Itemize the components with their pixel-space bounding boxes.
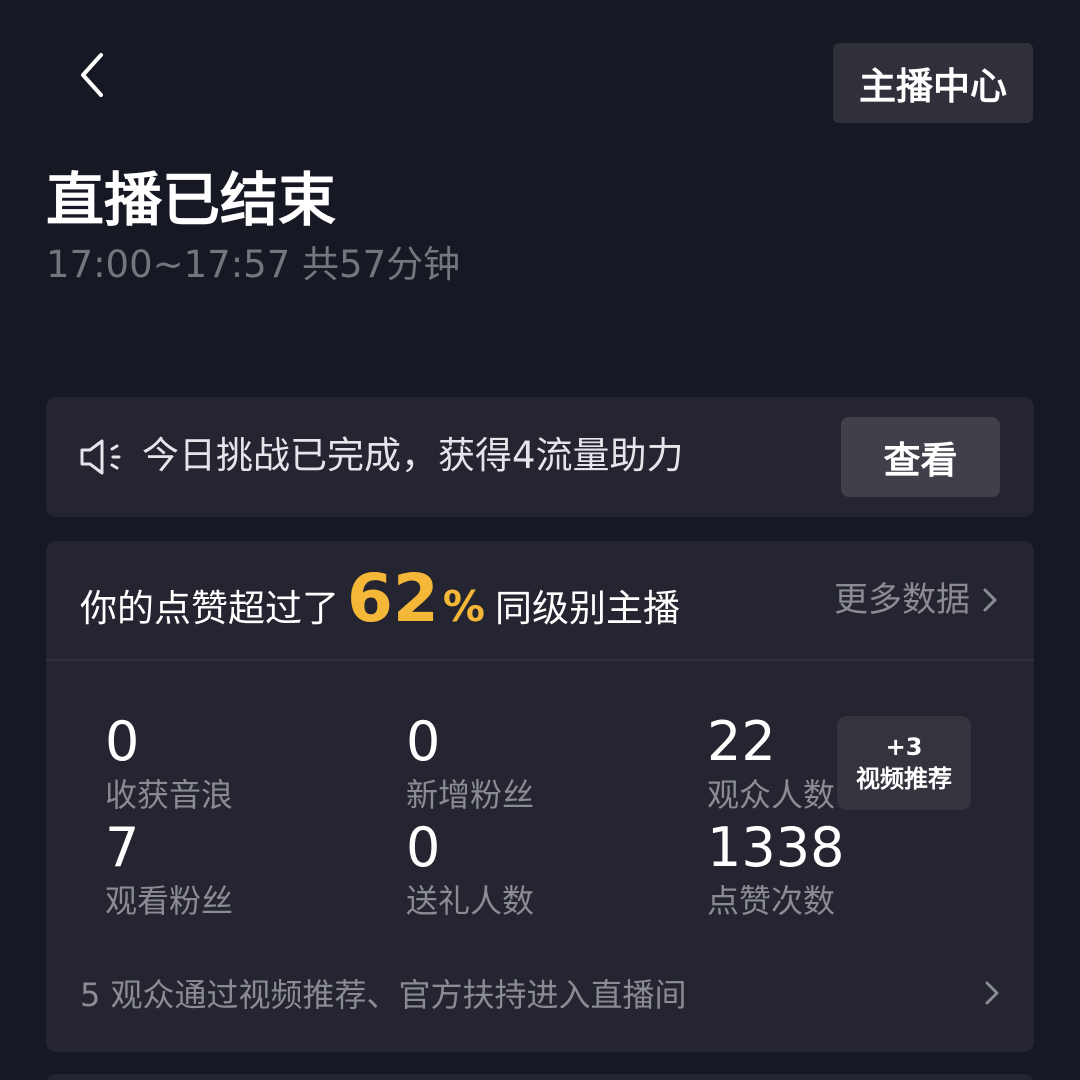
stat-label: 观看粉丝 <box>105 882 234 920</box>
stat-value: 0 <box>406 816 441 879</box>
tooltip-value: +3 <box>885 733 923 761</box>
page-title: 直播已结束 <box>46 166 337 234</box>
stat-like-count: 1338 点赞次数 <box>707 817 844 923</box>
stat-value: 1338 <box>707 816 845 879</box>
time-range: 17:00~17:57 <box>46 243 291 286</box>
rank-percent: % <box>442 582 485 631</box>
view-button[interactable]: 查看 <box>841 417 1000 497</box>
tooltip-label: 视频推荐 <box>856 765 952 793</box>
speaker-icon <box>80 439 121 475</box>
like-rank-line: 你的点赞超过了 62 % 同级别主播 <box>80 559 680 649</box>
host-center-button[interactable]: 主播中心 <box>833 43 1033 123</box>
stat-label: 送礼人数 <box>406 882 535 920</box>
rank-prefix: 你的点赞超过了 <box>80 587 339 630</box>
challenge-text: 今日挑战已完成，获得4流量助力 <box>142 434 684 477</box>
stat-sound-waves: 0 收获音浪 <box>105 711 233 817</box>
live-ended-page: 主播中心 直播已结束 17:00~17:57 共57分钟 今日挑战已完成，获得4… <box>0 0 1080 1080</box>
duration: 共57分钟 <box>302 243 461 286</box>
back-button[interactable] <box>62 40 122 110</box>
stat-label: 收获音浪 <box>105 776 234 814</box>
stat-value: 0 <box>105 710 140 773</box>
stats-card: 你的点赞超过了 62 % 同级别主播 更多数据 0 收获音浪 0 新增粉丝 22… <box>46 541 1034 1052</box>
video-recommend-tooltip: +3 视频推荐 <box>837 716 971 810</box>
stat-value: 0 <box>406 710 441 773</box>
chevron-left-icon <box>81 53 103 97</box>
more-data-link[interactable]: 更多数据 <box>834 575 998 625</box>
stat-follower-viewers: 7 观看粉丝 <box>105 817 233 923</box>
rank-value: 62 <box>347 560 439 637</box>
stat-gift-senders: 0 送礼人数 <box>406 817 534 923</box>
chevron-right-icon <box>983 588 997 612</box>
stat-new-followers: 0 新增粉丝 <box>406 711 534 817</box>
stat-value: 22 <box>707 710 776 773</box>
next-card <box>46 1074 1034 1080</box>
challenge-banner: 今日挑战已完成，获得4流量助力 查看 <box>46 397 1034 517</box>
more-data-label: 更多数据 <box>834 580 970 620</box>
traffic-source-description: 观众通过视频推荐、官方扶持进入直播间 <box>110 976 687 1014</box>
stat-label: 观众人数 <box>707 776 836 814</box>
stat-value: 7 <box>105 816 140 879</box>
traffic-source-link[interactable]: 5 观众通过视频推荐、官方扶持进入直播间 <box>80 965 1000 1021</box>
stat-viewers: 22 观众人数 <box>707 711 835 817</box>
chevron-right-icon <box>985 981 999 1005</box>
stat-label: 新增粉丝 <box>406 776 535 814</box>
traffic-source-text: 5 观众通过视频推荐、官方扶持进入直播间 <box>80 970 687 1016</box>
stats-header: 你的点赞超过了 62 % 同级别主播 更多数据 <box>46 541 1034 661</box>
live-time-info: 17:00~17:57 共57分钟 <box>46 242 460 288</box>
traffic-source-count: 5 <box>80 976 101 1014</box>
rank-suffix: 同级别主播 <box>494 587 680 630</box>
stat-label: 点赞次数 <box>707 882 836 920</box>
